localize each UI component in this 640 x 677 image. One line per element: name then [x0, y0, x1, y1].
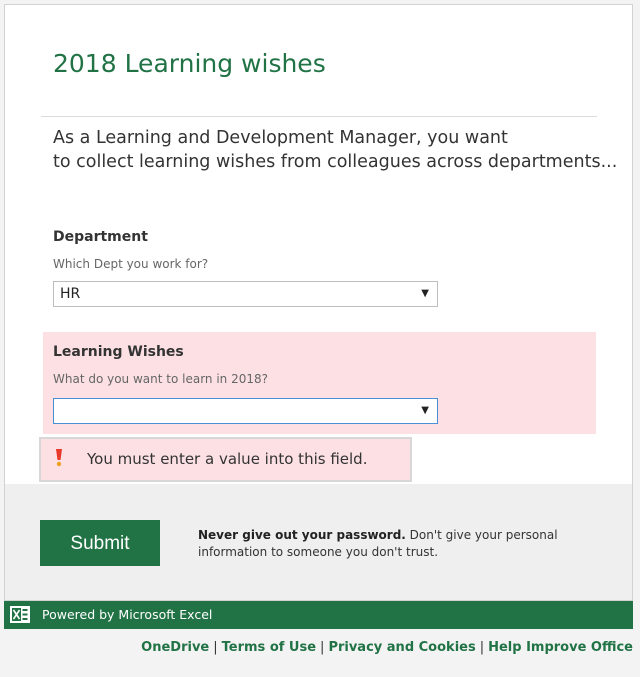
- validation-error-tooltip: You must enter a value into this field.: [39, 437, 412, 482]
- footer-links: OneDrive | Terms of Use | Privacy and Cookie…: [141, 640, 633, 655]
- powered-by-bar: Powered by Microsoft Excel: [4, 601, 633, 629]
- question-hint: Which Dept you work for?: [53, 257, 209, 271]
- form-footer: Submit Never give out your password. Don…: [5, 484, 632, 600]
- privacy-and-cookies-link[interactable]: Privacy and Cookies: [328, 640, 475, 655]
- question-label: Learning Wishes: [53, 344, 184, 360]
- onedrive-link[interactable]: OneDrive: [141, 640, 209, 655]
- submit-button[interactable]: Submit: [40, 520, 160, 566]
- dropdown-arrow-icon[interactable]: ▼: [421, 288, 429, 299]
- powered-by-text: Powered by Microsoft Excel: [42, 607, 213, 622]
- excel-icon: [10, 606, 30, 623]
- exclamation-icon: [56, 449, 62, 467]
- description-line-1: As a Learning and Development Manager, y…: [53, 128, 508, 148]
- terms-of-use-link[interactable]: Terms of Use: [222, 640, 316, 655]
- form-container: 2018 Learning wishes As a Learning and D…: [4, 4, 633, 601]
- question-department: Department Which Dept you work for? HR ▼: [43, 219, 596, 314]
- department-select-value: HR: [60, 286, 81, 302]
- learning-wishes-select[interactable]: ▼: [53, 398, 438, 424]
- password-notice: Never give out your password. Don't give…: [198, 527, 578, 561]
- error-message: You must enter a value into this field.: [87, 450, 368, 468]
- link-separator: |: [213, 640, 218, 655]
- help-improve-office-link[interactable]: Help Improve Office: [488, 640, 633, 655]
- form-title: 2018 Learning wishes: [53, 49, 326, 78]
- question-label: Department: [53, 229, 148, 245]
- link-separator: |: [320, 640, 325, 655]
- dropdown-arrow-icon[interactable]: ▼: [421, 405, 429, 416]
- description-line-2: to collect learning wishes from colleagu…: [53, 152, 618, 172]
- title-divider: [41, 116, 597, 117]
- link-separator: |: [479, 640, 485, 655]
- form-description: As a Learning and Development Manager, y…: [53, 126, 618, 174]
- password-notice-bold: Never give out your password.: [198, 528, 406, 542]
- question-hint: What do you want to learn in 2018?: [53, 372, 269, 386]
- department-select[interactable]: HR ▼: [53, 281, 438, 307]
- question-learning-wishes: Learning Wishes What do you want to lear…: [43, 332, 596, 434]
